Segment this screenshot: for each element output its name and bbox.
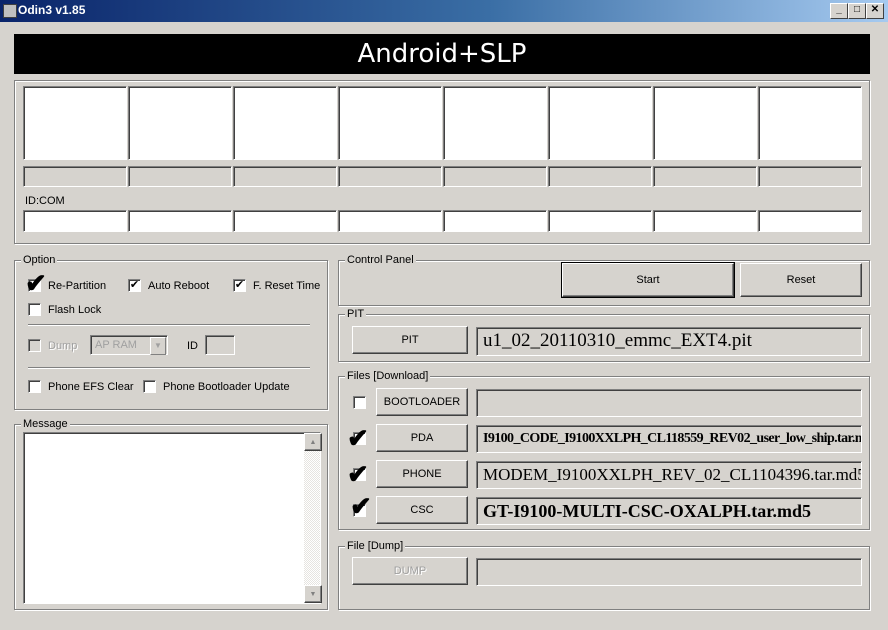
pda-file-field[interactable]: I9100_CODE_I9100XXLPH_CL118559_REV02_use… xyxy=(476,425,862,453)
title-bar[interactable]: Odin3 v1.85 _ □ ✕ xyxy=(0,0,888,22)
window-title: Odin3 v1.85 xyxy=(18,3,86,17)
idcom-field-4 xyxy=(338,210,442,232)
progress-bar-6 xyxy=(548,166,652,187)
close-button[interactable]: ✕ xyxy=(866,3,884,19)
scroll-down-icon[interactable]: ▼ xyxy=(304,585,322,603)
minimize-button[interactable]: _ xyxy=(830,3,848,19)
port-box-5 xyxy=(443,86,547,160)
idcom-label: ID:COM xyxy=(23,195,67,207)
message-legend: Message xyxy=(21,418,70,430)
port-box-8 xyxy=(758,86,862,160)
port-box-7 xyxy=(653,86,757,160)
message-scrollbar[interactable]: ▲ ▼ xyxy=(304,433,322,603)
control-panel-legend: Control Panel xyxy=(345,254,416,266)
maximize-button[interactable]: □ xyxy=(848,3,866,19)
csc-file-field[interactable]: GT-I9100-MULTI-CSC-OXALPH.tar.md5 xyxy=(476,497,862,525)
phone-button[interactable]: PHONE xyxy=(376,460,468,488)
phone-efs-clear-label: Phone EFS Clear xyxy=(48,381,134,393)
phone-hand-check-icon: ✔ xyxy=(347,459,369,489)
repartition-label: Re-Partition xyxy=(48,280,107,292)
message-log[interactable]: ▲ ▼ xyxy=(23,432,322,604)
pit-button[interactable]: PIT xyxy=(352,326,468,354)
port-box-3 xyxy=(233,86,337,160)
idcom-field-7 xyxy=(653,210,757,232)
idcom-field-5 xyxy=(443,210,547,232)
pit-legend: PIT xyxy=(345,308,367,320)
pda-hand-check-icon: ✔ xyxy=(347,423,369,453)
f-reset-time-checkbox[interactable]: ✔ xyxy=(233,279,246,292)
phone-efs-clear-checkbox[interactable] xyxy=(28,380,41,393)
port-box-2 xyxy=(128,86,232,160)
start-button[interactable]: Start xyxy=(561,262,735,298)
phone-file-field[interactable]: MODEM_I9100XXLPH_REV_02_CL1104396.tar.md… xyxy=(476,461,862,489)
csc-hand-check-icon: ✔ xyxy=(350,491,372,521)
model-banner: Android+SLP xyxy=(14,34,870,74)
dump-type-value: AP RAM xyxy=(95,339,137,351)
port-box-6 xyxy=(548,86,652,160)
flash-lock-checkbox[interactable] xyxy=(28,303,41,316)
reset-button[interactable]: Reset xyxy=(740,263,862,297)
bootloader-file-field[interactable] xyxy=(476,389,862,417)
option-divider-2 xyxy=(28,367,310,369)
progress-bar-4 xyxy=(338,166,442,187)
f-reset-time-label: F. Reset Time xyxy=(253,280,321,292)
phone-bootloader-update-checkbox[interactable] xyxy=(143,380,156,393)
idcom-field-1 xyxy=(23,210,127,232)
pit-file-field[interactable]: u1_02_20110310_emmc_EXT4.pit xyxy=(476,327,862,356)
dump-type-select: AP RAM ▼ xyxy=(90,335,168,355)
idcom-field-6 xyxy=(548,210,652,232)
dump-id-label: ID xyxy=(187,340,198,352)
repartition-hand-check-icon: ✔ xyxy=(25,268,47,298)
csc-button[interactable]: CSC xyxy=(376,496,468,524)
dump-checkbox xyxy=(28,339,41,352)
option-legend: Option xyxy=(21,254,58,266)
pda-button[interactable]: PDA xyxy=(376,424,468,452)
progress-bar-7 xyxy=(653,166,757,187)
scroll-up-icon[interactable]: ▲ xyxy=(304,433,322,451)
progress-bar-8 xyxy=(758,166,862,187)
dump-id-field xyxy=(205,335,235,355)
idcom-field-8 xyxy=(758,210,862,232)
app-icon xyxy=(3,4,17,18)
progress-bar-1 xyxy=(23,166,127,187)
progress-bar-3 xyxy=(233,166,337,187)
idcom-field-3 xyxy=(233,210,337,232)
chevron-down-icon: ▼ xyxy=(150,337,166,355)
dump-label: Dump xyxy=(48,340,78,352)
flash-lock-label: Flash Lock xyxy=(48,304,102,316)
bootloader-button[interactable]: BOOTLOADER xyxy=(376,388,468,416)
port-box-1 xyxy=(23,86,127,160)
progress-bar-2 xyxy=(128,166,232,187)
auto-reboot-checkbox[interactable]: ✔ xyxy=(128,279,141,292)
dump-file-field xyxy=(476,558,862,586)
dump-button: DUMP xyxy=(352,557,468,585)
option-divider-1 xyxy=(28,324,310,326)
file-dump-legend: File [Dump] xyxy=(345,540,406,552)
auto-reboot-label: Auto Reboot xyxy=(148,280,210,292)
progress-bar-5 xyxy=(443,166,547,187)
bootloader-checkbox[interactable] xyxy=(353,396,366,409)
port-box-4 xyxy=(338,86,442,160)
phone-bootloader-update-label: Phone Bootloader Update xyxy=(163,381,290,393)
idcom-field-2 xyxy=(128,210,232,232)
files-download-legend: Files [Download] xyxy=(345,370,431,382)
